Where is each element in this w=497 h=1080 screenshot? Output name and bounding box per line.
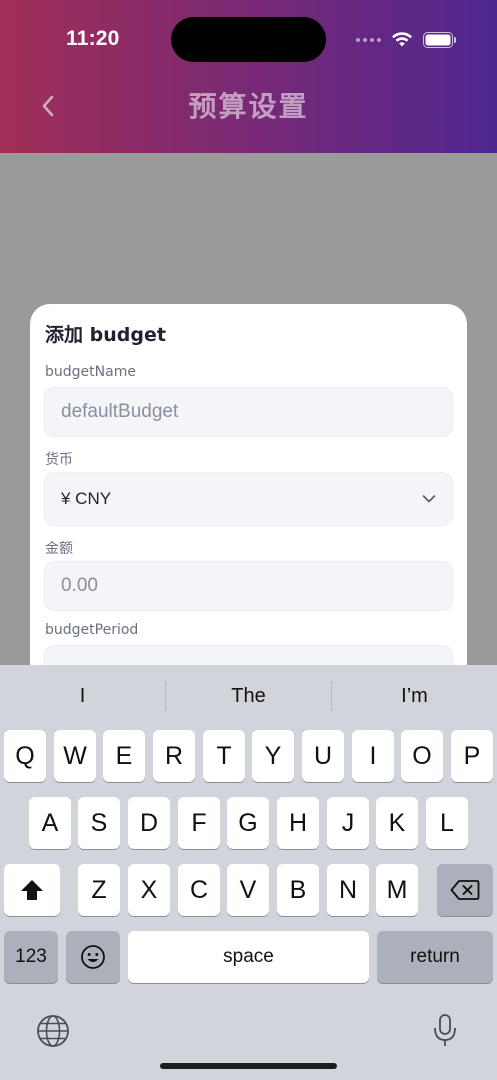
keyboard: I The I’m Q W E R T Y U I O P A S D F G … — [0, 665, 497, 1080]
dictation-button[interactable] — [425, 1009, 465, 1053]
currency-value: ¥ CNY — [61, 489, 112, 508]
key-y[interactable]: Y — [252, 730, 294, 782]
key-v[interactable]: V — [227, 864, 269, 916]
key-s[interactable]: S — [78, 797, 120, 849]
key-b[interactable]: B — [277, 864, 319, 916]
shift-icon — [21, 880, 43, 900]
globe-icon — [37, 1015, 69, 1047]
budget-period-label: budgetPeriod — [45, 622, 139, 638]
key-i[interactable]: I — [352, 730, 394, 782]
emoji-icon — [81, 945, 105, 969]
shift-key[interactable] — [4, 864, 60, 916]
key-p[interactable]: P — [451, 730, 493, 782]
key-m[interactable]: M — [376, 864, 418, 916]
page-title: 预算设置 — [188, 90, 309, 123]
budget-name-placeholder: defaultBudget — [61, 401, 179, 422]
cellular-icon — [356, 38, 381, 42]
key-d[interactable]: D — [128, 797, 170, 849]
key-h[interactable]: H — [277, 797, 319, 849]
key-a[interactable]: A — [29, 797, 71, 849]
key-w[interactable]: W — [54, 730, 96, 782]
key-g[interactable]: G — [227, 797, 269, 849]
key-k[interactable]: K — [376, 797, 418, 849]
currency-select[interactable]: ¥ CNY — [44, 472, 453, 526]
chevron-down-icon — [422, 495, 436, 503]
suggestion-3[interactable]: I’m — [332, 665, 497, 727]
globe-button[interactable] — [33, 1011, 73, 1051]
key-r[interactable]: R — [153, 730, 195, 782]
amount-input[interactable]: 0.00 — [44, 561, 453, 611]
amount-label: 金额 — [45, 541, 73, 557]
delete-key[interactable] — [437, 864, 493, 916]
key-j[interactable]: J — [327, 797, 369, 849]
suggestion-bar: I The I’m — [0, 665, 497, 727]
return-key[interactable]: return — [377, 931, 493, 983]
emoji-key[interactable] — [66, 931, 120, 983]
amount-placeholder: 0.00 — [61, 575, 98, 596]
wifi-icon — [392, 32, 412, 47]
home-indicator — [160, 1063, 337, 1069]
key-t[interactable]: T — [203, 730, 245, 782]
key-x[interactable]: X — [128, 864, 170, 916]
key-c[interactable]: C — [178, 864, 220, 916]
status-indicators — [356, 28, 457, 52]
dynamic-island — [171, 17, 326, 62]
microphone-icon — [434, 1014, 456, 1046]
budget-name-label: budgetName — [45, 364, 136, 380]
key-z[interactable]: Z — [78, 864, 120, 916]
add-budget-dialog: 添加 budget budgetName defaultBudget 货币 ¥ … — [30, 304, 467, 724]
budget-name-input[interactable]: defaultBudget — [44, 387, 453, 437]
key-u[interactable]: U — [302, 730, 344, 782]
battery-icon — [423, 32, 456, 48]
currency-label: 货币 — [45, 452, 73, 468]
key-e[interactable]: E — [103, 730, 145, 782]
suggestion-2[interactable]: The — [166, 665, 331, 727]
key-l[interactable]: L — [426, 797, 468, 849]
delete-icon — [450, 880, 480, 900]
space-key[interactable]: space — [128, 931, 369, 983]
numbers-key[interactable]: 123 — [4, 931, 58, 983]
key-q[interactable]: Q — [4, 730, 46, 782]
app-header: 11:20 预算设置 — [0, 0, 497, 153]
status-time: 11:20 — [66, 27, 120, 50]
key-o[interactable]: O — [401, 730, 443, 782]
dialog-title: 添加 budget — [45, 324, 166, 346]
key-n[interactable]: N — [327, 864, 369, 916]
suggestion-1[interactable]: I — [0, 665, 165, 727]
key-f[interactable]: F — [178, 797, 220, 849]
